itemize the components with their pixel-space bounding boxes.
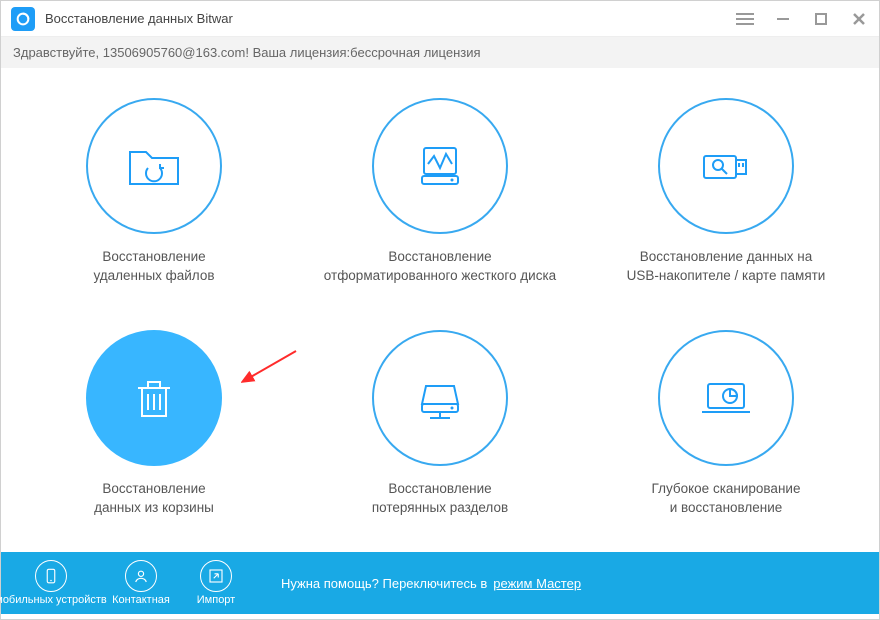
import-icon bbox=[200, 560, 232, 592]
hdd-activity-icon bbox=[372, 98, 508, 234]
trash-icon bbox=[86, 330, 222, 466]
mobile-icon bbox=[35, 560, 67, 592]
menu-button[interactable] bbox=[735, 9, 755, 29]
window-controls bbox=[735, 9, 869, 29]
footer-contact[interactable]: Контактная bbox=[101, 552, 181, 614]
help-prefix: Нужна помощь? Переключитесь в bbox=[281, 576, 487, 591]
laptop-scan-icon bbox=[658, 330, 794, 466]
external-drive-icon bbox=[372, 330, 508, 466]
greeting-bar: Здравствуйте, 13506905760@163.com! Ваша … bbox=[1, 37, 879, 68]
titlebar: Восстановление данных Bitwar bbox=[1, 1, 879, 37]
footer-bar: мобильных устройств Контактная Импорт Ну… bbox=[1, 552, 879, 614]
footer-import[interactable]: Импорт bbox=[181, 552, 251, 614]
option-recycle-bin[interactable]: Восстановлениеданных из корзины bbox=[11, 320, 297, 552]
recovery-options: Восстановлениеудаленных файлов Восстанов… bbox=[1, 68, 879, 552]
app-icon bbox=[11, 7, 35, 31]
option-label: Восстановлениеотформатированного жестког… bbox=[320, 248, 560, 286]
option-label: Глубокое сканированиеи восстановление bbox=[606, 480, 846, 518]
option-formatted-drive[interactable]: Восстановлениеотформатированного жестког… bbox=[297, 88, 583, 320]
option-deleted-files[interactable]: Восстановлениеудаленных файлов bbox=[11, 88, 297, 320]
option-label: Восстановлениеданных из корзины bbox=[34, 480, 274, 518]
option-label: Восстановлениепотерянных разделов bbox=[320, 480, 560, 518]
option-label: Восстановлениеудаленных файлов bbox=[34, 248, 274, 286]
close-button[interactable] bbox=[849, 9, 869, 29]
option-label: Восстановление данных наUSB-накопителе /… bbox=[606, 248, 846, 286]
wizard-mode-link[interactable]: режим Мастер bbox=[493, 576, 581, 591]
option-usb-memory-card[interactable]: Восстановление данных наUSB-накопителе /… bbox=[583, 88, 869, 320]
minimize-button[interactable] bbox=[773, 9, 793, 29]
footer-label: Импорт bbox=[197, 594, 235, 606]
person-icon bbox=[125, 560, 157, 592]
option-lost-partitions[interactable]: Восстановлениепотерянных разделов bbox=[297, 320, 583, 552]
folder-recycle-icon bbox=[86, 98, 222, 234]
usb-search-icon bbox=[658, 98, 794, 234]
window-title: Восстановление данных Bitwar bbox=[45, 11, 735, 26]
footer-help-text: Нужна помощь? Переключитесь в режим Маст… bbox=[281, 576, 581, 591]
option-deep-scan[interactable]: Глубокое сканированиеи восстановление bbox=[583, 320, 869, 552]
footer-label: Контактная bbox=[112, 594, 170, 606]
footer-mobile-devices[interactable]: мобильных устройств bbox=[1, 552, 101, 614]
maximize-button[interactable] bbox=[811, 9, 831, 29]
footer-label: мобильных устройств bbox=[0, 594, 107, 606]
